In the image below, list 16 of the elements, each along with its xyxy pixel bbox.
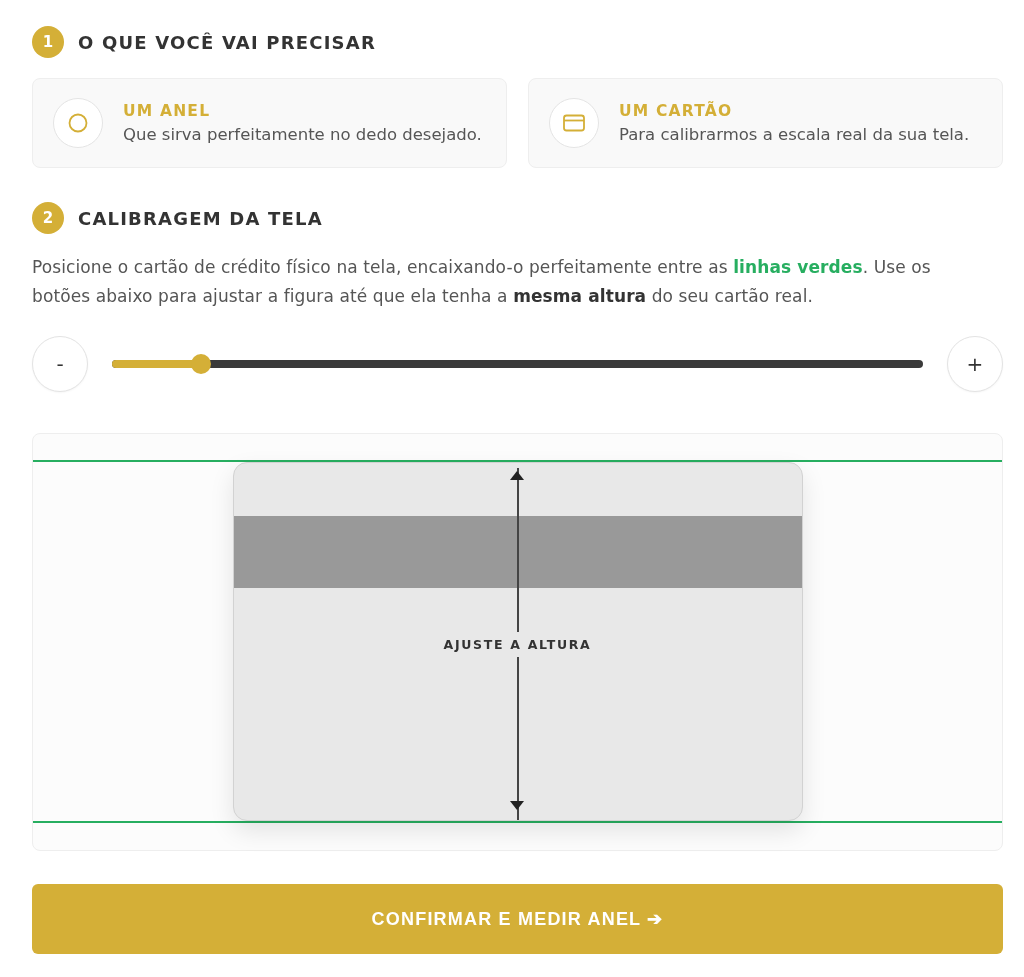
section-title: CALIBRAGEM DA TELA xyxy=(78,207,323,229)
increase-button[interactable]: + xyxy=(947,336,1003,392)
height-label: AJUSTE A ALTURA xyxy=(443,635,592,654)
step-number: 1 xyxy=(32,26,64,58)
section-title: O QUE VOCÊ VAI PRECISAR xyxy=(78,31,376,53)
requirement-description: Que sirva perfeitamente no dedo desejado. xyxy=(123,125,482,144)
size-slider[interactable] xyxy=(112,354,923,374)
requirement-title: UM CARTÃO xyxy=(619,102,734,120)
ring-icon xyxy=(53,98,103,148)
instructions-text: Posicione o cartão de crédito físico na tela, encaixando-o perfeitamente entre as linhas verdes. Use os botões abaixo para ajustar a figura até que ela tenha a mesma altura do seu cartão real. xyxy=(32,256,932,308)
requirement-title: UM ANEL xyxy=(123,102,212,120)
slider-handle[interactable] xyxy=(191,354,212,374)
card-icon xyxy=(549,98,599,148)
requirement-description: Para calibrarmos a escala real da sua tela. xyxy=(619,125,970,144)
step-number: 2 xyxy=(32,202,64,234)
decrease-button[interactable]: - xyxy=(32,336,88,392)
